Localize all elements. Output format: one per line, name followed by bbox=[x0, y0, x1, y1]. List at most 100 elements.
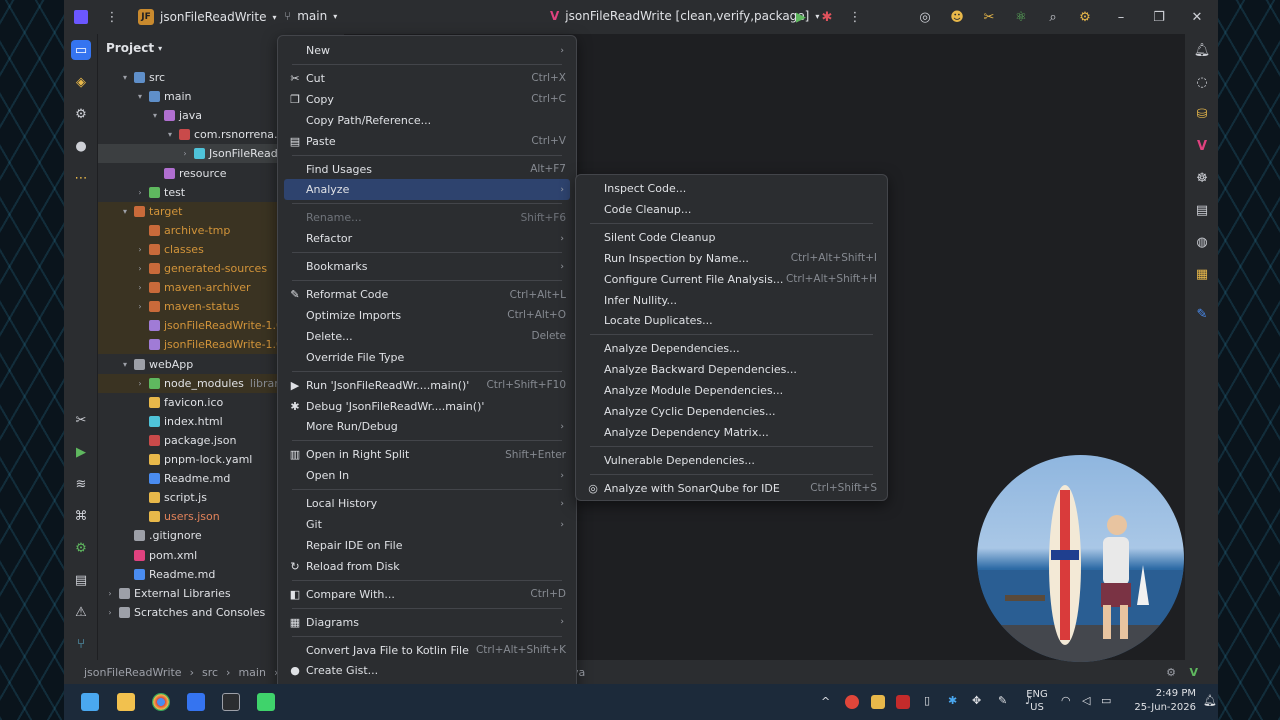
menu-item-open-in-right-split[interactable]: ▥ Open in Right Split Shift+Enter bbox=[284, 444, 570, 465]
breadcrumb-item[interactable]: jsonFileReadWrite bbox=[84, 666, 182, 679]
menu-item-convert-java-file-to-kotlin-file[interactable]: Convert Java File to Kotlin File Ctrl+Alt… bbox=[284, 640, 570, 661]
sonarqube-icon[interactable]: ▦ bbox=[1192, 264, 1212, 284]
ai-chat-icon[interactable]: ◌ bbox=[1192, 72, 1212, 92]
github-icon[interactable]: ● bbox=[71, 136, 91, 156]
chevron-right-icon[interactable]: › bbox=[104, 589, 116, 598]
menu-item-vulnerable-dependencies[interactable]: Vulnerable Dependencies... bbox=[582, 450, 881, 471]
main-menu-icon[interactable]: ⋮ bbox=[100, 5, 124, 29]
menu-item-analyze-cyclic-dependencies[interactable]: Analyze Cyclic Dependencies... bbox=[582, 401, 881, 422]
more-tools-icon[interactable]: ⋯ bbox=[71, 168, 91, 188]
menu-item-diagrams[interactable]: ▦ Diagrams › bbox=[284, 612, 570, 633]
terminal-app-icon[interactable] bbox=[222, 693, 240, 711]
chevron-down-icon[interactable]: ▾ bbox=[119, 73, 131, 82]
chevron-right-icon[interactable]: › bbox=[104, 608, 116, 617]
menu-item-new[interactable]: New › bbox=[284, 40, 570, 61]
chrome-icon[interactable] bbox=[152, 693, 170, 711]
commit-icon[interactable]: ◈ bbox=[71, 72, 91, 92]
intellij-app-icon[interactable] bbox=[257, 693, 275, 711]
tray-app-icon[interactable] bbox=[871, 695, 885, 709]
run-tool-icon[interactable]: ▶ bbox=[71, 442, 91, 462]
bluetooth-icon[interactable]: ✱ bbox=[948, 694, 957, 707]
chevron-down-icon[interactable]: ▾ bbox=[149, 111, 161, 120]
menu-item-paste[interactable]: ▤ Paste Ctrl+V bbox=[284, 131, 570, 152]
pen-icon[interactable]: ✎ bbox=[998, 694, 1007, 707]
run-icon[interactable]: ▶ bbox=[789, 5, 813, 29]
chevron-right-icon[interactable]: › bbox=[134, 302, 146, 311]
menu-item-configure-current-file-analysis[interactable]: Configure Current File Analysis... Ctrl+A… bbox=[582, 269, 881, 290]
menu-item-analyze-module-dependencies[interactable]: Analyze Module Dependencies... bbox=[582, 380, 881, 401]
database-icon[interactable]: ⛁ bbox=[1192, 104, 1212, 124]
battery-icon[interactable]: ▭ bbox=[1101, 694, 1111, 707]
chevron-down-icon[interactable]: ▾ bbox=[119, 360, 131, 369]
menu-item-optimize-imports[interactable]: Optimize Imports Ctrl+Alt+O bbox=[284, 305, 570, 326]
chevron-down-icon[interactable]: ▾ bbox=[164, 130, 176, 139]
tray-app-icon[interactable] bbox=[845, 695, 859, 709]
breadcrumb-item[interactable]: src bbox=[202, 666, 218, 679]
project-tool-icon[interactable]: ▭ bbox=[71, 40, 91, 60]
copilot-icon[interactable]: ◎ bbox=[913, 5, 937, 29]
settings-gear-icon[interactable]: ⚙ bbox=[71, 538, 91, 558]
chevron-right-icon[interactable]: › bbox=[134, 283, 146, 292]
menu-item-analyze[interactable]: Analyze › bbox=[284, 179, 570, 201]
menu-item-more-run-debug[interactable]: More Run/Debug › bbox=[284, 416, 570, 437]
menu-item-delete[interactable]: Delete... Delete bbox=[284, 326, 570, 347]
wifi-icon[interactable]: ◠ bbox=[1061, 694, 1071, 707]
settings-icon[interactable]: ⚙ bbox=[1073, 5, 1097, 29]
chevron-right-icon[interactable]: › bbox=[179, 149, 191, 158]
menu-item-override-file-type[interactable]: Override File Type bbox=[284, 347, 570, 368]
menu-item-code-cleanup[interactable]: Code Cleanup... bbox=[582, 199, 881, 220]
menu-item-create-gist[interactable]: ● Create Gist... bbox=[284, 660, 570, 681]
edit-icon[interactable]: ✎ bbox=[1192, 304, 1212, 324]
ai-assistant-icon[interactable]: ⚛ bbox=[1009, 5, 1033, 29]
menu-item-run-inspection-by-name[interactable]: Run Inspection by Name... Ctrl+Alt+Shift+… bbox=[582, 248, 881, 269]
volume-icon[interactable]: ◁ bbox=[1082, 694, 1090, 707]
usb-icon[interactable]: ▯ bbox=[924, 694, 930, 707]
services-icon[interactable]: ≋ bbox=[71, 474, 91, 494]
menu-item-repair-ide-on-file[interactable]: Repair IDE on File bbox=[284, 535, 570, 556]
tray-chevron-up-icon[interactable]: ^ bbox=[821, 695, 830, 708]
menu-item-analyze-backward-dependencies[interactable]: Analyze Backward Dependencies... bbox=[582, 359, 881, 380]
app-logo-icon[interactable] bbox=[74, 10, 88, 24]
menu-item-analyze-with-sonarqube-for-ide[interactable]: ◎ Analyze with SonarQube for IDE Ctrl+Shif… bbox=[582, 478, 881, 499]
project-panel-title[interactable]: Project bbox=[106, 41, 154, 55]
menu-item-git[interactable]: Git › bbox=[284, 514, 570, 535]
gradle-icon[interactable]: ☸ bbox=[1192, 168, 1212, 188]
code-with-me-icon[interactable]: ☻ bbox=[945, 5, 969, 29]
debug-icon[interactable]: ✱ bbox=[815, 5, 839, 29]
menu-item-debug-jsonfilereadwr-main[interactable]: ✱ Debug 'JsonFileReadWr....main()' bbox=[284, 396, 570, 417]
chevron-right-icon[interactable]: › bbox=[134, 379, 146, 388]
network-tray-icon[interactable]: ✥ bbox=[972, 694, 981, 707]
endpoints-icon[interactable]: ⌘ bbox=[71, 506, 91, 526]
git-icon[interactable]: ⑂ bbox=[71, 634, 91, 654]
tray-app-icon[interactable] bbox=[896, 695, 910, 709]
chevron-right-icon[interactable]: › bbox=[134, 264, 146, 273]
close-icon[interactable]: ✕ bbox=[1185, 5, 1209, 29]
build-tools-icon[interactable]: ✂ bbox=[977, 5, 1001, 29]
clock[interactable]: 2:49 PM 25-Jun-2026 bbox=[1124, 687, 1196, 715]
chevron-right-icon[interactable]: › bbox=[134, 188, 146, 197]
menu-item-reload-from-disk[interactable]: ↻ Reload from Disk bbox=[284, 556, 570, 577]
menu-item-reformat-code[interactable]: ✎ Reformat Code Ctrl+Alt+L bbox=[284, 284, 570, 305]
menu-item-copy[interactable]: ❐ Copy Ctrl+C bbox=[284, 89, 570, 110]
menu-item-compare-with[interactable]: ◧ Compare With... Ctrl+D bbox=[284, 584, 570, 605]
menu-item-refactor[interactable]: Refactor › bbox=[284, 228, 570, 249]
menu-item-analyze-dependencies[interactable]: Analyze Dependencies... bbox=[582, 338, 881, 359]
menu-item-analyze-dependency-matrix[interactable]: Analyze Dependency Matrix... bbox=[582, 422, 881, 443]
project-switcher[interactable]: JF jsonFileReadWrite ▾ bbox=[138, 9, 276, 25]
chevron-down-icon[interactable]: ▾ bbox=[134, 92, 146, 101]
maven-tool-icon[interactable]: V bbox=[1192, 136, 1212, 156]
menu-item-inspect-code[interactable]: Inspect Code... bbox=[582, 178, 881, 199]
copilot-chat-icon[interactable]: ◍ bbox=[1192, 232, 1212, 252]
maximize-icon[interactable]: ❐ bbox=[1147, 5, 1171, 29]
build-icon[interactable]: ✂ bbox=[71, 410, 91, 430]
run-config-selector[interactable]: V jsonFileReadWrite [clean,verify,packag… bbox=[550, 9, 819, 23]
chevron-right-icon[interactable]: › bbox=[134, 245, 146, 254]
start-icon[interactable] bbox=[81, 693, 99, 711]
file-explorer-icon[interactable] bbox=[117, 693, 135, 711]
more-actions-icon[interactable]: ⋮ bbox=[843, 5, 867, 29]
menu-item-local-history[interactable]: Local History › bbox=[284, 493, 570, 514]
plugins-icon[interactable]: ⚙ bbox=[71, 104, 91, 124]
problems-icon[interactable]: ⚠ bbox=[71, 602, 91, 622]
vcs-status-icon[interactable]: V bbox=[1189, 666, 1198, 679]
breadcrumb-item[interactable]: main bbox=[238, 666, 265, 679]
